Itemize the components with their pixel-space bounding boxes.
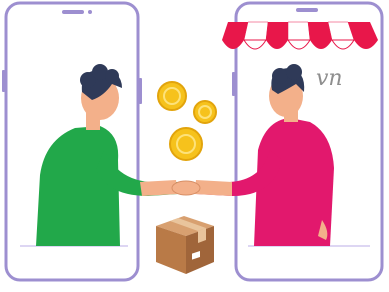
handshake-icon bbox=[171, 180, 201, 196]
illustration-scene: vn bbox=[0, 0, 389, 287]
coins-icon bbox=[157, 81, 217, 161]
parcel-box-icon bbox=[156, 216, 214, 274]
brand-logo-text: vn bbox=[316, 66, 343, 91]
